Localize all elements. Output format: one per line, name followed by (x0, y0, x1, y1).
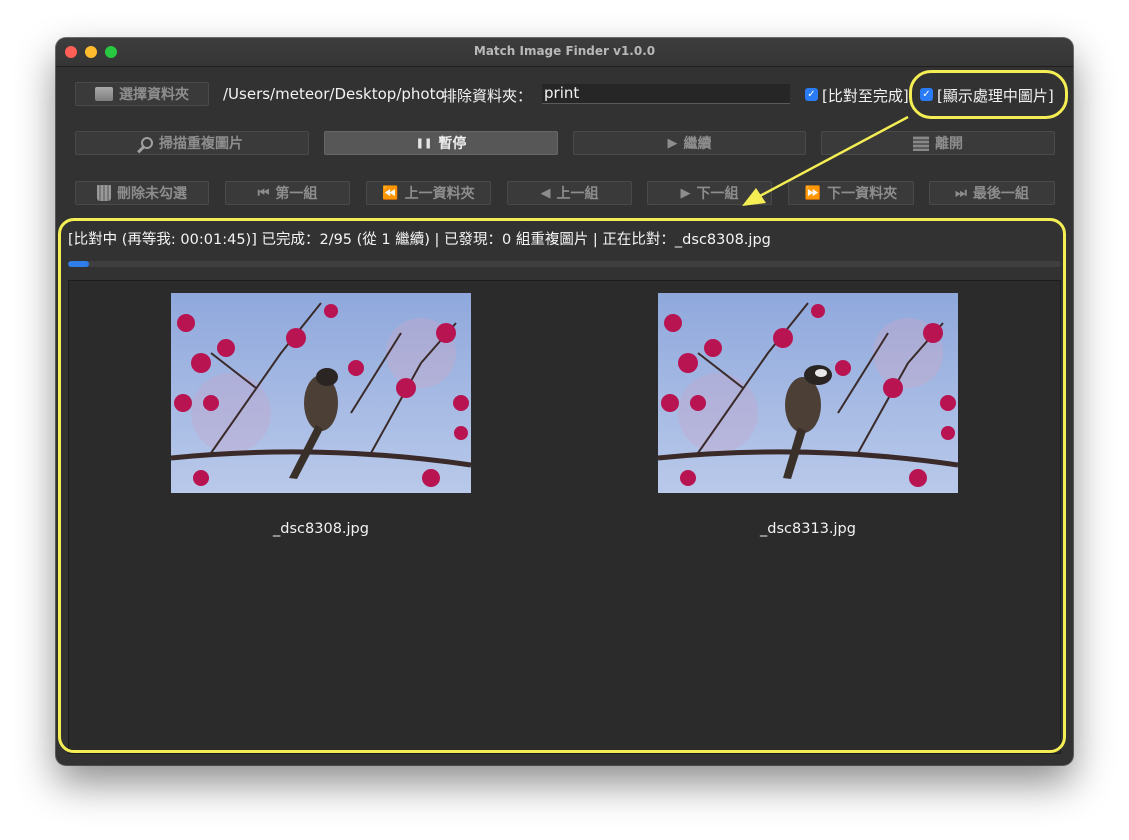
annotation-arrow (742, 115, 909, 206)
